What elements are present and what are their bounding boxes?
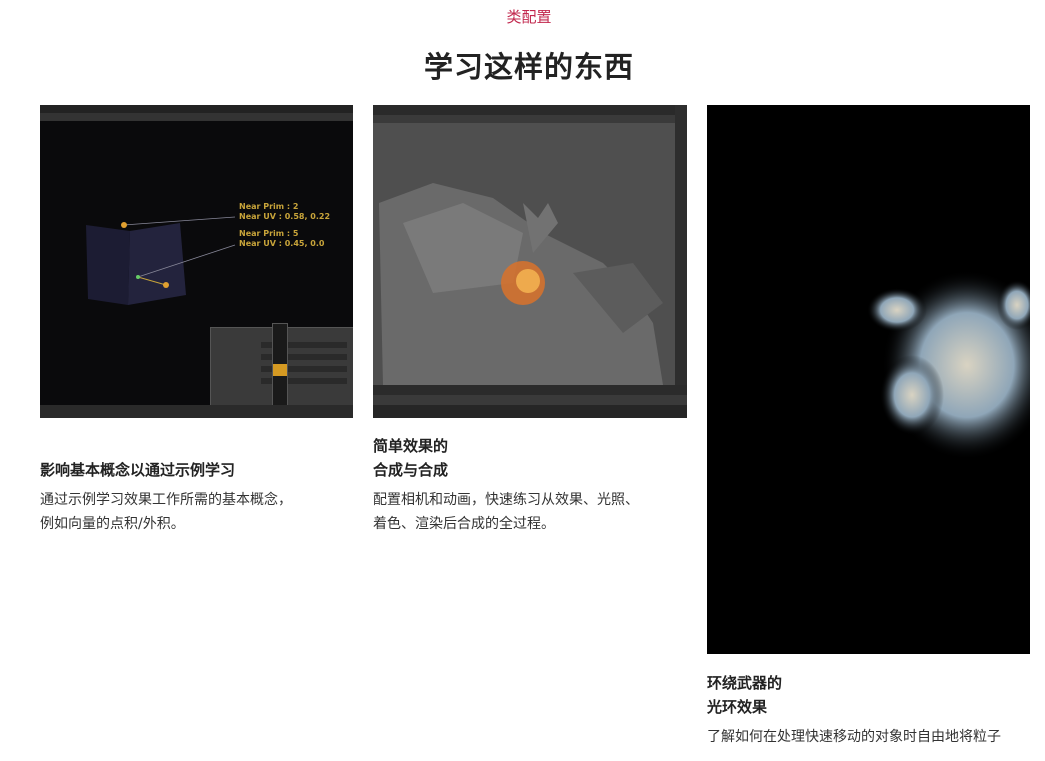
card-3: 环绕武器的 光环效果 了解如何在处理快速移动的对象时自由地将粒子 <box>707 671 1030 749</box>
viewport-illustration <box>373 123 675 385</box>
card-3-title[interactable]: 环绕武器的 光环效果 <box>707 671 1030 719</box>
section-title: 学习这样的东西 <box>423 50 634 84</box>
overlay-near-prim-2: Near Prim : 5 Near UV : 0.45, 0.0 <box>239 229 325 248</box>
card-2-description: 配置相机和动画，快速练习从效果、光照、 着色、渲染后合成的全过程。 <box>373 492 639 532</box>
dropdown-list <box>272 323 288 413</box>
card-3-image[interactable] <box>707 105 1030 654</box>
card-1-description: 通过示例学习效果工作所需的基本概念， 例如向量的点积/外积。 <box>40 492 292 532</box>
card-1-title[interactable]: 影响基本概念以通过示例学习 <box>40 458 353 482</box>
particle-aura-illustration <box>867 270 1030 460</box>
card-2-image[interactable] <box>373 105 687 418</box>
card-2: 简单效果的 合成与合成 配置相机和动画，快速练习从效果、光照、 着色、渲染后合成… <box>373 434 687 536</box>
overlay-near-prim-1: Near Prim : 2 Near UV : 0.58, 0.22 <box>239 202 331 221</box>
side-toolbar <box>675 105 687 395</box>
card-1: 影响基本概念以通过示例学习 通过示例学习效果工作所需的基本概念， 例如向量的点积… <box>40 458 353 536</box>
card-1-image[interactable]: Near Prim : 2 Near UV : 0.58, 0.22 Near … <box>40 105 353 418</box>
section-eyebrow: 类配置 <box>506 8 552 26</box>
card-2-title[interactable]: 简单效果的 合成与合成 <box>373 434 687 482</box>
card-3-description: 了解如何在处理快速移动的对象时自由地将粒子 <box>707 729 1001 745</box>
